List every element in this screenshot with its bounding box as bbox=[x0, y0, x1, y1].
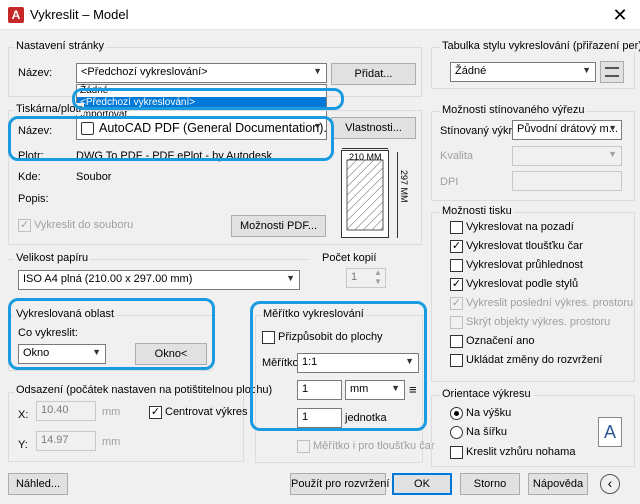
copies-spinner-icon[interactable]: ▲ ▼ bbox=[374, 268, 382, 286]
plot-option-label: Vykreslovat tloušťku čar bbox=[466, 240, 583, 252]
page-setup-title: Nastavení stránky bbox=[14, 40, 107, 52]
window-title: Vykreslit – Model bbox=[30, 7, 129, 22]
autocad-app-icon: A bbox=[8, 7, 24, 23]
offset-x-value: 10.40 bbox=[41, 404, 69, 416]
orientation-title: Orientace výkresu bbox=[440, 388, 533, 400]
ok-button[interactable]: OK bbox=[392, 473, 452, 495]
plot-style-value: Žádné bbox=[455, 65, 487, 77]
orientation-letter: A bbox=[603, 422, 616, 442]
scale-lineweights-label: Měřítko i pro tloušťku čar bbox=[313, 440, 435, 452]
offset-x-input[interactable]: 10.40 bbox=[36, 401, 96, 421]
apply-to-layout-button[interactable]: Použít pro rozvržení bbox=[290, 473, 389, 495]
page-setup-name-label: Název: bbox=[18, 67, 53, 79]
plot-option-label: Označení ano bbox=[466, 335, 535, 347]
paper-width-dimension-line bbox=[342, 148, 388, 149]
collapse-glyph: ‹ bbox=[607, 475, 613, 491]
plot-to-file-label: Vykreslit do souboru bbox=[34, 219, 134, 231]
quality-combo[interactable]: ▼ bbox=[512, 146, 622, 166]
paper-height-label: 297 MM bbox=[399, 170, 409, 203]
plot-to-file-checkbox[interactable]: ✓ bbox=[18, 219, 31, 232]
highlight-plot-area bbox=[8, 298, 215, 370]
quality-label: Kvalita bbox=[440, 150, 474, 162]
plot-option-checkbox[interactable] bbox=[450, 221, 463, 234]
preview-button[interactable]: Náhled... bbox=[8, 473, 68, 495]
chevron-down-icon: ▼ bbox=[286, 273, 295, 283]
shade-plot-combo[interactable]: Původní drátový m... ▼ bbox=[512, 120, 622, 140]
dpi-input[interactable] bbox=[512, 171, 622, 191]
paper-preview-graphic bbox=[341, 150, 389, 238]
paper-size-combo[interactable]: ISO A4 plná (210.00 x 297.00 mm) ▼ bbox=[18, 270, 300, 290]
plot-option-checkbox[interactable]: ✓ bbox=[450, 278, 463, 291]
page-setup-name-value: <Předchozí vykreslování> bbox=[81, 66, 208, 78]
paper-preview bbox=[341, 150, 389, 238]
where-value: Soubor bbox=[76, 171, 112, 183]
upside-down-checkbox[interactable] bbox=[450, 446, 463, 459]
portrait-radio[interactable] bbox=[450, 407, 463, 420]
plot-style-combo[interactable]: Žádné ▼ bbox=[450, 62, 596, 82]
offset-y-value: 14.97 bbox=[41, 434, 69, 446]
plot-offset-title: Odsazení (počátek nastaven na potištitel… bbox=[14, 384, 275, 396]
plot-option-label: Ukládat změny do rozvržení bbox=[466, 354, 603, 366]
chevron-down-icon: ▼ bbox=[608, 123, 617, 133]
highlight-page-setup-dropdown bbox=[72, 88, 344, 110]
offset-y-label: Y: bbox=[18, 439, 28, 451]
plot-option-checkbox[interactable] bbox=[450, 335, 463, 348]
landscape-radio[interactable] bbox=[450, 426, 463, 439]
shade-plot-label: Stínovaný výkr. bbox=[440, 125, 515, 137]
description-label: Popis: bbox=[18, 193, 49, 205]
copies-value: 1 bbox=[351, 271, 358, 283]
landscape-label: Na šířku bbox=[466, 426, 507, 438]
highlight-printer bbox=[8, 116, 334, 161]
plot-option-label: Vykreslovat průhlednost bbox=[466, 259, 583, 271]
chevron-down-icon: ▼ bbox=[608, 149, 617, 159]
plot-option-label: Skrýt objekty výkres. prostoru bbox=[466, 316, 611, 328]
offset-x-unit: mm bbox=[102, 406, 121, 418]
paper-size-value: ISO A4 plná (210.00 x 297.00 mm) bbox=[23, 273, 193, 285]
portrait-label: Na výšku bbox=[466, 407, 512, 419]
printer-properties-button[interactable]: Vlastnosti... bbox=[331, 117, 416, 139]
plot-option-checkbox[interactable] bbox=[450, 259, 463, 272]
chevron-down-icon: ▼ bbox=[582, 65, 591, 75]
plot-options-title: Možnosti tisku bbox=[440, 205, 514, 217]
center-plot-checkbox[interactable]: ✓ bbox=[149, 406, 162, 419]
table-edit-icon bbox=[605, 67, 619, 77]
page-setup-name-combo[interactable]: <Předchozí vykreslování> ▼ bbox=[76, 63, 327, 83]
plot-style-title: Tabulka stylu vykreslování (přiřazení pe… bbox=[440, 40, 640, 52]
plot-option-label: Vykreslit poslední výkres. prostoru bbox=[466, 297, 634, 309]
pdf-options-button[interactable]: Možnosti PDF... bbox=[231, 215, 326, 237]
shade-plot-value: Původní drátový m... bbox=[517, 123, 618, 135]
plot-option-checkbox[interactable]: ✓ bbox=[450, 297, 463, 310]
highlight-plot-scale bbox=[250, 301, 427, 431]
plot-option-checkbox[interactable] bbox=[450, 316, 463, 329]
dpi-label: DPI bbox=[440, 176, 459, 188]
shaded-viewport-title: Možnosti stínovaného výřezu bbox=[440, 104, 587, 116]
where-label: Kde: bbox=[18, 171, 41, 183]
paper-width-label: 210 MM bbox=[349, 152, 382, 162]
orientation-paper-icon: A bbox=[598, 417, 622, 447]
add-page-setup-button[interactable]: Přidat... bbox=[331, 63, 416, 85]
plot-option-label: Vykreslovat na pozadí bbox=[466, 221, 574, 233]
chevron-down-icon: ▼ bbox=[313, 66, 322, 76]
help-button[interactable]: Nápověda bbox=[528, 473, 588, 495]
offset-y-unit: mm bbox=[102, 436, 121, 448]
paper-height-dimension-line bbox=[397, 152, 398, 238]
offset-y-input[interactable]: 14.97 bbox=[36, 431, 96, 451]
plot-option-checkbox[interactable] bbox=[450, 354, 463, 367]
collapse-icon[interactable]: ‹ bbox=[600, 474, 620, 494]
center-plot-label: Centrovat výkres bbox=[165, 406, 248, 418]
scale-lineweights-checkbox[interactable] bbox=[297, 440, 310, 453]
paper-size-title: Velikost papíru bbox=[14, 252, 91, 264]
cancel-button[interactable]: Storno bbox=[460, 473, 520, 495]
plot-option-checkbox[interactable]: ✓ bbox=[450, 240, 463, 253]
plot-option-label: Vykreslovat podle stylů bbox=[466, 278, 579, 290]
offset-x-label: X: bbox=[18, 409, 29, 421]
close-icon[interactable]: ✕ bbox=[600, 0, 640, 30]
edit-plot-style-button[interactable] bbox=[600, 61, 624, 83]
copies-label: Počet kopií bbox=[322, 252, 377, 264]
upside-down-label: Kreslit vzhůru nohama bbox=[466, 446, 576, 458]
